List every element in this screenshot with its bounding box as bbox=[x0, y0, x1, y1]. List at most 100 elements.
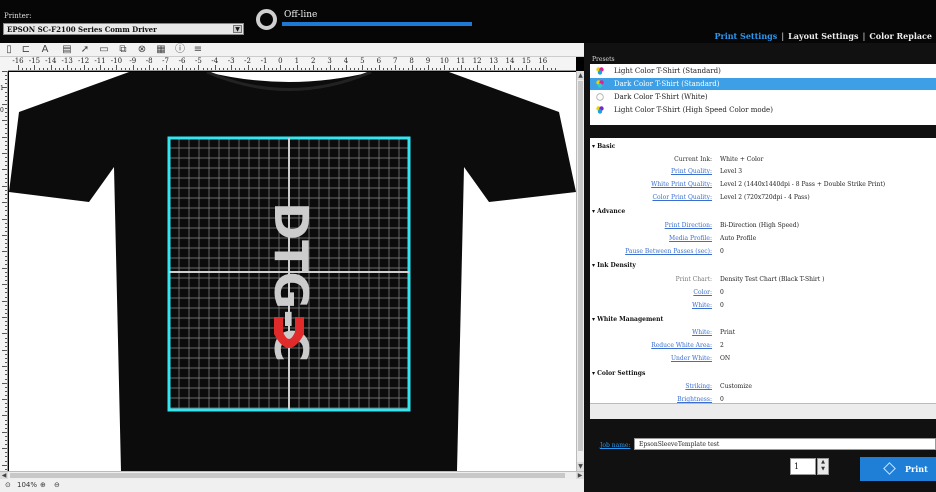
ruler-tick bbox=[247, 65, 249, 70]
info-icon[interactable]: ⓘ bbox=[174, 44, 186, 56]
ruler-tick bbox=[5, 419, 7, 421]
ruler-tick bbox=[481, 68, 483, 70]
scroll-left-icon[interactable]: ◀ bbox=[0, 472, 8, 479]
ruler-tick bbox=[5, 144, 7, 146]
ink-colors-icon bbox=[596, 67, 604, 75]
save-icon[interactable]: ▤ bbox=[61, 44, 73, 56]
print-quality-value[interactable]: Level 3 bbox=[720, 168, 742, 175]
vertical-scrollbar[interactable]: ▲ ▼ bbox=[576, 71, 584, 471]
section-basic[interactable]: ▾ Basic bbox=[592, 143, 615, 150]
color-quality-value[interactable]: Level 2 (720x720dpi - 4 Pass) bbox=[720, 194, 810, 201]
job-name-label[interactable]: Job name: bbox=[600, 442, 630, 449]
ruler-tick bbox=[2, 267, 7, 269]
white-density-value[interactable]: 0 bbox=[720, 302, 724, 309]
ruler-tick bbox=[2, 284, 7, 286]
print-button[interactable]: Print bbox=[860, 457, 936, 481]
color-density-label[interactable]: Color: bbox=[590, 289, 712, 296]
reduce-white-value[interactable]: 2 bbox=[720, 342, 724, 349]
preset-item[interactable]: Light Color T-Shirt (Standard) bbox=[590, 65, 936, 77]
ruler-tick bbox=[5, 91, 7, 93]
ruler-tick bbox=[510, 65, 511, 70]
ruler-tick bbox=[54, 68, 56, 70]
ruler-label: 14 bbox=[505, 57, 515, 65]
print-direction-label[interactable]: Print Direction: bbox=[590, 222, 712, 229]
tab-print-settings[interactable]: Print Settings bbox=[712, 31, 779, 41]
ruler-tick bbox=[2, 448, 7, 450]
ruler-tick bbox=[5, 165, 7, 167]
media-profile-label[interactable]: Media Profile: bbox=[590, 235, 712, 242]
ruler-tick bbox=[136, 68, 138, 70]
tab-layout-settings[interactable]: Layout Settings bbox=[786, 31, 860, 41]
settings-scrollbar[interactable] bbox=[590, 403, 936, 419]
ruler-tick bbox=[284, 68, 286, 70]
section-white-management[interactable]: ▾ White Management bbox=[592, 316, 663, 323]
white-quality-label[interactable]: White Print Quality: bbox=[590, 181, 712, 188]
ruler-tick bbox=[313, 65, 315, 70]
status-progress-bar bbox=[282, 22, 472, 26]
white-print-label[interactable]: White: bbox=[590, 329, 712, 336]
white-density-label[interactable]: White: bbox=[590, 302, 712, 309]
scroll-down-icon[interactable]: ▼ bbox=[577, 462, 584, 471]
ruler-tick bbox=[280, 65, 282, 70]
new-document-icon[interactable]: ▯ bbox=[3, 44, 15, 56]
print-direction-value[interactable]: Bi-Direction (High Speed) bbox=[720, 222, 799, 229]
copies-stepper[interactable]: ▲ ▼ bbox=[817, 458, 829, 475]
ruler-tick bbox=[374, 68, 376, 70]
zoom-fit-icon[interactable]: ⊙ bbox=[5, 481, 11, 489]
brightness-value[interactable]: 0 bbox=[720, 396, 724, 403]
ruler-tick bbox=[546, 68, 548, 70]
scroll-up-icon[interactable]: ▲ bbox=[577, 71, 584, 80]
white-quality-value[interactable]: Level 2 (1440x1440dpi - 8 Pass + Double … bbox=[720, 181, 885, 188]
ruler-label: 0 bbox=[0, 107, 4, 114]
preset-item[interactable]: Light Color T-Shirt (High Speed Color mo… bbox=[590, 104, 936, 116]
scroll-thumb[interactable] bbox=[578, 81, 583, 451]
preset-item[interactable]: Dark Color T-Shirt (Standard) bbox=[590, 78, 936, 90]
print-chart-value[interactable]: Density Test Chart (Black T-Shirt ) bbox=[720, 276, 824, 283]
ruler-tick bbox=[235, 68, 237, 70]
section-advance[interactable]: ▾ Advance bbox=[592, 208, 625, 215]
print-quality-label[interactable]: Print Quality: bbox=[590, 168, 712, 175]
striking-label[interactable]: Striking: bbox=[590, 383, 712, 390]
design-canvas[interactable]: DTG-C bbox=[9, 72, 576, 471]
increment-icon[interactable]: ▲ bbox=[818, 459, 828, 466]
add-text-icon[interactable]: A bbox=[39, 44, 51, 56]
rectangle-icon[interactable]: ▭ bbox=[98, 44, 110, 56]
job-name-input[interactable]: EpsonSleeveTemplate test bbox=[634, 438, 936, 450]
color-quality-label[interactable]: Color Print Quality: bbox=[590, 194, 712, 201]
section-color-settings[interactable]: ▾ Color Settings bbox=[592, 370, 645, 377]
zoom-out-icon[interactable]: ⊖ bbox=[54, 481, 60, 489]
chevron-down-icon[interactable]: ▼ bbox=[233, 25, 242, 33]
transform-icon[interactable]: ⊗ bbox=[136, 44, 148, 56]
tab-color-replace[interactable]: Color Replace bbox=[867, 31, 934, 41]
preset-item[interactable]: Dark Color T-Shirt (White) bbox=[590, 91, 936, 103]
tab-divider: | bbox=[862, 31, 866, 41]
calculator-icon[interactable]: ▦ bbox=[155, 44, 167, 56]
color-density-value[interactable]: 0 bbox=[720, 289, 724, 296]
ruler-tick bbox=[5, 362, 7, 364]
zoom-in-icon[interactable]: ⊕ bbox=[40, 481, 46, 489]
ruler-label: -16 bbox=[12, 57, 24, 65]
align-icon[interactable]: ⧉ bbox=[117, 44, 129, 56]
ruler-tick bbox=[5, 456, 7, 458]
ruler-tick bbox=[2, 415, 7, 417]
horizontal-scrollbar[interactable]: ◀ ▶ bbox=[0, 471, 584, 479]
open-folder-icon[interactable]: ⊏ bbox=[20, 44, 32, 56]
media-profile-value[interactable]: Auto Profile bbox=[720, 235, 756, 242]
ruler-tick bbox=[5, 374, 7, 376]
layers-icon[interactable]: ≡ bbox=[192, 44, 204, 56]
scroll-right-icon[interactable]: ▶ bbox=[576, 472, 584, 479]
copies-input[interactable]: 1 bbox=[790, 458, 816, 475]
striking-value[interactable]: Customize bbox=[720, 383, 752, 390]
printer-select[interactable]: EPSON SC-F2100 Series Comm Driver ▼ bbox=[3, 23, 244, 35]
white-print-value[interactable]: Print bbox=[720, 329, 735, 336]
pause-value[interactable]: 0 bbox=[720, 248, 724, 255]
reduce-white-label[interactable]: Reduce White Area: bbox=[590, 342, 712, 349]
pause-label[interactable]: Pause Between Passes (sec): bbox=[590, 248, 712, 255]
cursor-icon[interactable]: ➚ bbox=[79, 44, 91, 56]
scroll-thumb[interactable] bbox=[10, 473, 565, 478]
under-white-label[interactable]: Under White: bbox=[590, 355, 712, 362]
section-ink-density[interactable]: ▾ Ink Density bbox=[592, 262, 636, 269]
brightness-label[interactable]: Brightness: bbox=[590, 396, 712, 403]
decrement-icon[interactable]: ▼ bbox=[818, 466, 828, 473]
under-white-value[interactable]: ON bbox=[720, 355, 730, 362]
